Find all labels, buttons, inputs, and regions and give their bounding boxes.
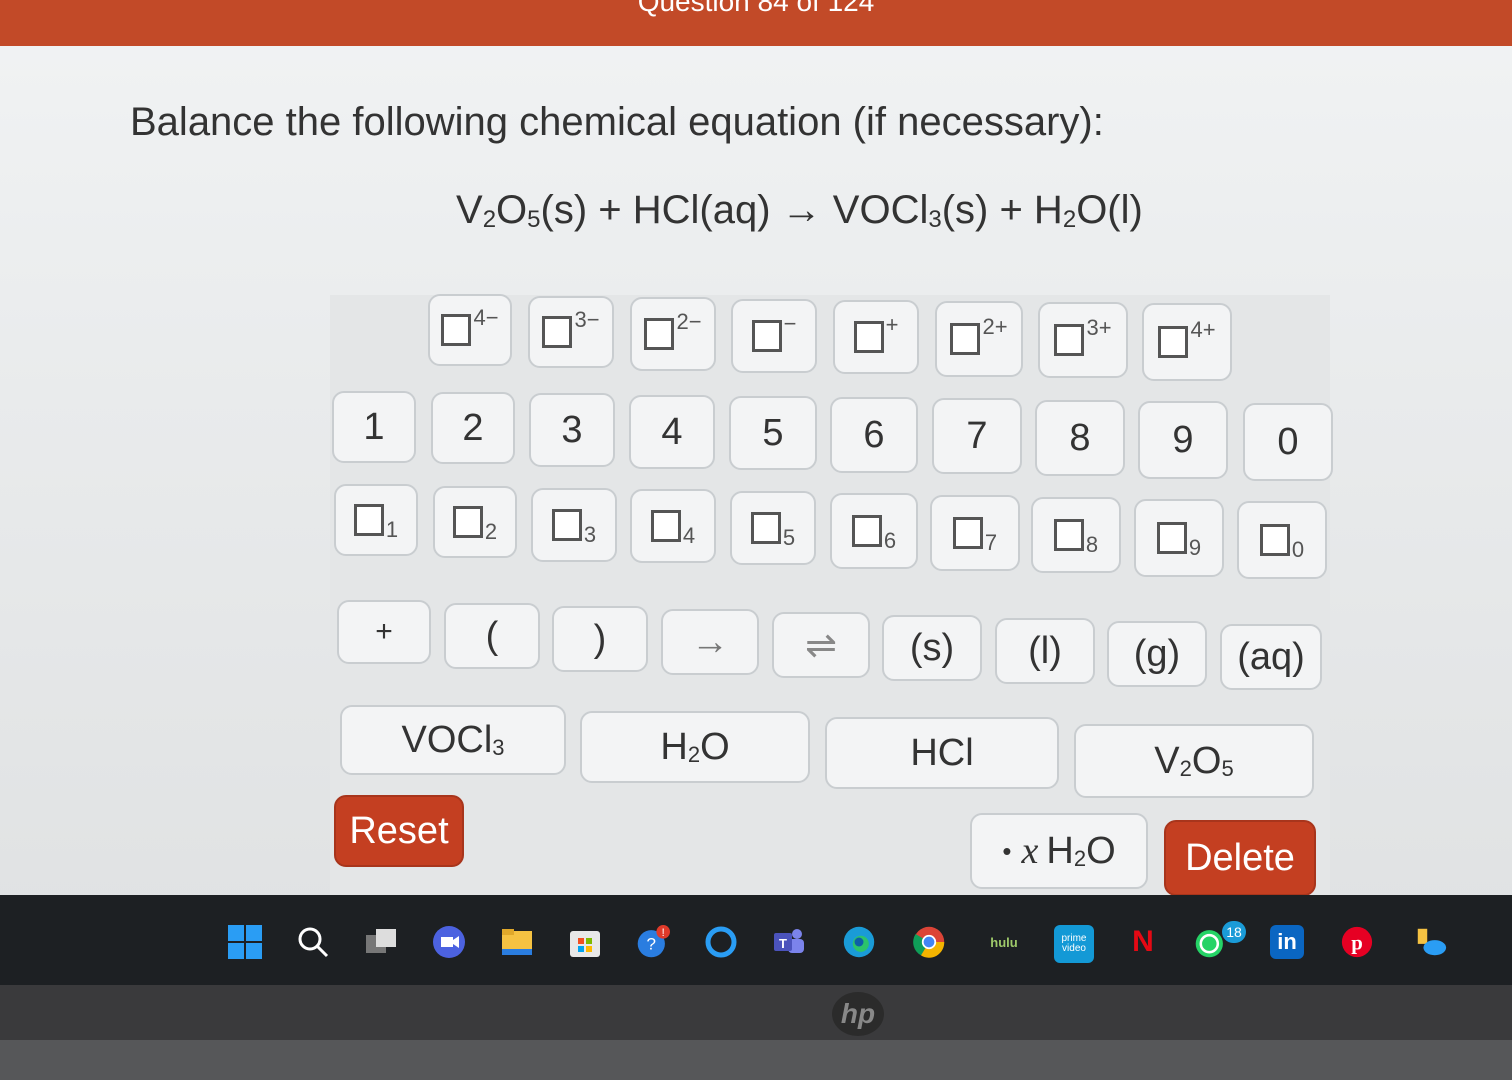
- digit-key-9[interactable]: 9: [1138, 401, 1228, 479]
- digit-key-6[interactable]: 6: [830, 397, 918, 473]
- digit-key-7[interactable]: 7: [932, 398, 1022, 474]
- answer-keypad: [330, 295, 1330, 905]
- subscript-key-8[interactable]: 8: [1031, 497, 1121, 573]
- digit-key-3[interactable]: 3: [529, 393, 615, 467]
- digit-key-2[interactable]: 2: [431, 392, 515, 464]
- question-counter: Question 84 of 124: [637, 0, 875, 17]
- help-icon[interactable]: ?!: [636, 925, 670, 959]
- species-key-h2o[interactable]: H2O: [580, 711, 810, 783]
- species-key-hcl[interactable]: HCl: [825, 717, 1059, 789]
- edge-icon[interactable]: [842, 925, 876, 959]
- state-liquid-key[interactable]: (l): [995, 618, 1095, 684]
- meet-camera-icon[interactable]: [432, 925, 466, 959]
- state-gas-key[interactable]: (g): [1107, 621, 1207, 687]
- digit-key-5[interactable]: 5: [729, 396, 817, 470]
- cortana-icon[interactable]: [704, 925, 738, 959]
- state-aqueous-key[interactable]: (aq): [1220, 624, 1322, 690]
- pinterest-icon[interactable]: p: [1340, 925, 1374, 959]
- subscript-key-0[interactable]: 0: [1237, 501, 1327, 579]
- question-prompt: Balance the following chemical equation …: [130, 100, 1104, 144]
- digit-key-1[interactable]: 1: [332, 391, 416, 463]
- search-icon[interactable]: [296, 925, 330, 959]
- windows-taskbar: ?! T hulu prime video N 18 in p: [0, 895, 1512, 985]
- delete-button[interactable]: Delete: [1164, 820, 1316, 896]
- svg-text:!: !: [662, 927, 665, 939]
- prime-video-icon[interactable]: prime video: [1054, 925, 1094, 963]
- species-key-v2o5[interactable]: V2O5: [1074, 724, 1314, 798]
- close-paren-key[interactable]: ): [552, 606, 648, 672]
- hulu-icon[interactable]: hulu: [982, 925, 1026, 959]
- teams-icon[interactable]: T: [772, 925, 806, 959]
- charge-key-3-minus[interactable]: 3−: [528, 296, 614, 368]
- weather-icon[interactable]: [1414, 925, 1448, 959]
- state-solid-key[interactable]: (s): [882, 615, 982, 681]
- subscript-key-3[interactable]: 3: [531, 488, 617, 562]
- digit-key-8[interactable]: 8: [1035, 400, 1125, 476]
- subscript-key-2[interactable]: 2: [433, 486, 517, 558]
- subscript-key-1[interactable]: 1: [334, 484, 418, 556]
- linkedin-icon[interactable]: in: [1270, 925, 1304, 959]
- task-view-icon[interactable]: [364, 925, 398, 959]
- plus-key[interactable]: +: [337, 600, 431, 664]
- charge-key-4-plus[interactable]: 4+: [1142, 303, 1232, 381]
- digit-key-0[interactable]: 0: [1243, 403, 1333, 481]
- open-paren-key[interactable]: (: [444, 603, 540, 669]
- svg-text:T: T: [779, 936, 787, 951]
- file-explorer-icon[interactable]: [500, 925, 534, 959]
- svg-text:?: ?: [647, 935, 656, 954]
- charge-key-4-minus[interactable]: 4−: [428, 294, 512, 366]
- subscript-key-6[interactable]: 6: [830, 493, 918, 569]
- equilibrium-arrow-key[interactable]: ⇌: [772, 612, 870, 678]
- subscript-key-5[interactable]: 5: [730, 491, 816, 565]
- charge-key-3-plus[interactable]: 3+: [1038, 302, 1128, 378]
- charge-key-plus[interactable]: +: [833, 300, 919, 374]
- charge-key-2-minus[interactable]: 2−: [630, 297, 716, 371]
- chrome-icon[interactable]: [912, 925, 946, 959]
- subscript-key-7[interactable]: 7: [930, 495, 1020, 571]
- digit-key-4[interactable]: 4: [629, 395, 715, 469]
- hydrate-dot-key[interactable]: • x H 2 O: [970, 813, 1148, 889]
- species-key-vocl3[interactable]: VOCl 3: [340, 705, 566, 775]
- svg-text:p: p: [1351, 932, 1363, 955]
- charge-key-2-plus[interactable]: 2+: [935, 301, 1023, 377]
- netflix-icon[interactable]: N: [1126, 925, 1160, 959]
- laptop-keyboard-edge: [0, 1040, 1512, 1080]
- charge-key-minus[interactable]: −: [731, 299, 817, 373]
- subscript-key-9[interactable]: 9: [1134, 499, 1224, 577]
- hp-logo: hp: [832, 992, 884, 1036]
- screen: Question 84 of 124 Balance the following…: [0, 0, 1512, 985]
- microsoft-store-icon[interactable]: [568, 925, 602, 959]
- windows-start-icon[interactable]: [228, 925, 262, 959]
- question-header: Question 84 of 124: [0, 0, 1512, 46]
- whatsapp-badge: 18: [1222, 921, 1246, 943]
- subscript-key-4[interactable]: 4: [630, 489, 716, 563]
- yields-arrow-key[interactable]: →: [661, 609, 759, 675]
- reset-button[interactable]: Reset: [334, 795, 464, 867]
- chemical-equation: V2O5(s) + HCl(aq) → VOCl3(s) + H2O(l): [456, 188, 1143, 233]
